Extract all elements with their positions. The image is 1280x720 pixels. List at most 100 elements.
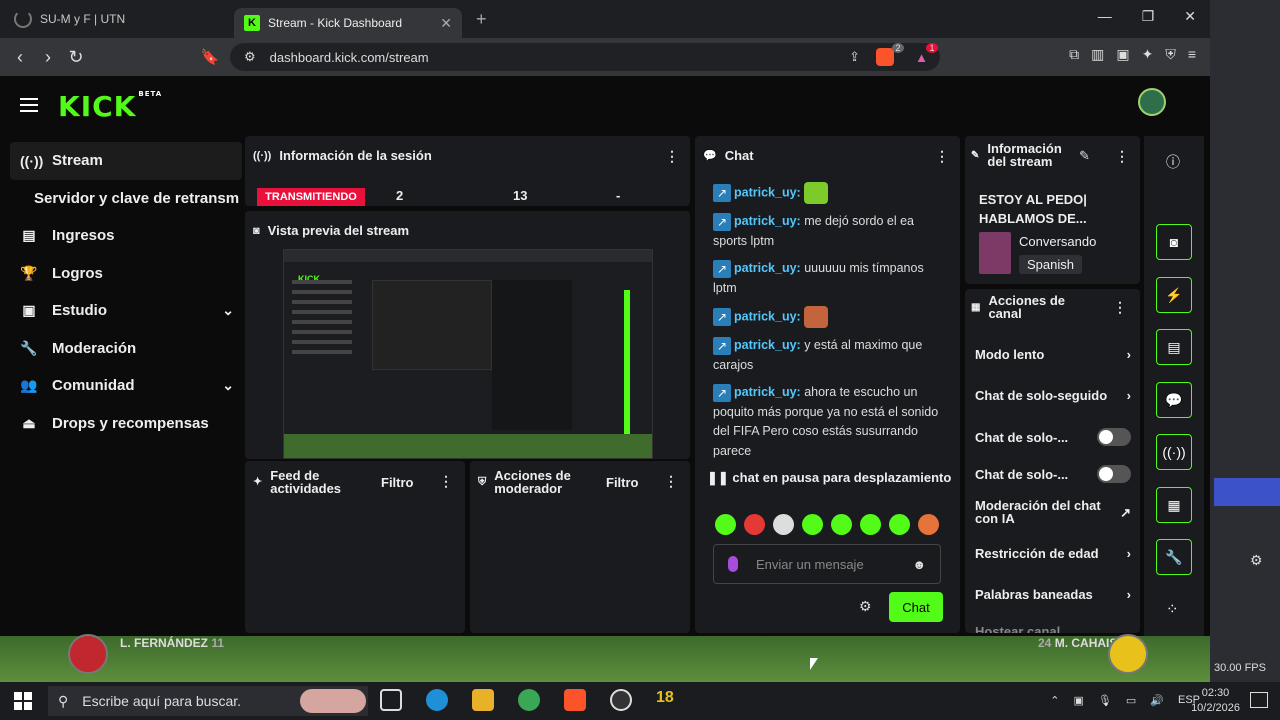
chat-send-button[interactable]: Chat: [889, 592, 943, 622]
obs-icon[interactable]: [610, 689, 632, 711]
chat-username[interactable]: patrick_uy: [734, 385, 797, 399]
leo-ai-icon[interactable]: ✦: [1142, 46, 1154, 63]
vpn-icon[interactable]: ⛨: [1165, 46, 1176, 63]
brave-icon[interactable]: [564, 689, 586, 711]
widget-notes-button[interactable]: ▤: [1156, 329, 1192, 365]
toggle-switch[interactable]: [1097, 428, 1131, 446]
modactions-filter-button[interactable]: Filtro: [606, 475, 639, 490]
emote-icon[interactable]: [802, 514, 823, 535]
emote-only-action[interactable]: Chat de solo-...: [975, 465, 1131, 483]
emote-icon[interactable]: [860, 514, 881, 535]
chrome-icon[interactable]: [518, 689, 540, 711]
display-icon[interactable]: ▭: [1126, 694, 1136, 707]
emoji-icon[interactable]: ☻: [912, 557, 926, 572]
sidebar-item-server-key[interactable]: Servidor y clave de retransm: [10, 180, 242, 218]
hamburger-menu-icon[interactable]: [20, 98, 38, 112]
info-icon[interactable]: ⓘ: [1166, 152, 1180, 172]
more-options-icon[interactable]: ⋮: [1115, 148, 1129, 165]
back-icon[interactable]: ‹: [6, 47, 34, 68]
age-restriction-action[interactable]: Restricción de edad ›: [975, 546, 1131, 561]
rewards-icon[interactable]: ▲: [915, 50, 928, 65]
tab-close-icon[interactable]: ✕: [440, 15, 452, 32]
taskbar-search[interactable]: ⚲ Escribe aquí para buscar.: [48, 686, 368, 716]
followers-only-action[interactable]: Chat de solo-seguido ›: [975, 388, 1131, 403]
chat-settings-icon[interactable]: ⚙: [859, 598, 872, 615]
edge-icon[interactable]: [426, 689, 448, 711]
gear-icon[interactable]: ⚙: [1250, 552, 1263, 569]
emote-icon[interactable]: [918, 514, 939, 535]
sidebar-item-logros[interactable]: 🏆 Logros: [10, 255, 242, 293]
obs-selected-item[interactable]: [1214, 478, 1280, 506]
speaker-icon[interactable]: 🔊: [1150, 694, 1164, 707]
more-options-icon[interactable]: ⋮: [1113, 299, 1127, 316]
url-bar[interactable]: ⚙ dashboard.kick.com/stream ⇪ 2 ▲ 1: [230, 43, 940, 71]
sidebar-item-stream[interactable]: ((·)) Stream: [10, 142, 242, 180]
host-channel-action[interactable]: Hostear canal: [975, 624, 1131, 633]
chat-username[interactable]: patrick_uy: [734, 185, 797, 199]
sidebar-item-ingresos[interactable]: ▤ Ingresos: [10, 217, 242, 255]
sidebar-item-moderacion[interactable]: 🔧 Moderación: [10, 330, 242, 368]
system-clock[interactable]: 02:30 10/2/2026: [1191, 686, 1240, 716]
sub-only-action[interactable]: Chat de solo-...: [975, 428, 1131, 446]
chevron-up-icon[interactable]: ⌃: [1050, 694, 1059, 707]
widgets-icon[interactable]: ⁘: [1166, 600, 1179, 618]
widget-chat-button[interactable]: 💬: [1156, 382, 1192, 418]
slow-mode-action[interactable]: Modo lento ›: [975, 347, 1131, 362]
chat-username[interactable]: patrick_uy: [734, 261, 797, 275]
widget-quick-actions-button[interactable]: ⚡: [1156, 277, 1192, 313]
more-options-icon[interactable]: ⋮: [439, 473, 453, 490]
sidebar-item-drops[interactable]: ⏏ Drops y recompensas: [10, 405, 242, 443]
toggle-switch[interactable]: [1097, 465, 1131, 483]
screenshot-icon[interactable]: ⧉: [1069, 46, 1079, 63]
task-view-icon[interactable]: [380, 689, 402, 711]
user-avatar[interactable]: [1138, 88, 1166, 116]
microphone-tray-icon[interactable]: 🎙: [1098, 694, 1112, 707]
tab-kick-dashboard[interactable]: K Stream - Kick Dashboard ✕: [234, 8, 462, 38]
chat-paused-notice[interactable]: ❚❚ chat en pausa para desplazamiento: [707, 470, 951, 486]
bookmark-icon[interactable]: 🔖: [196, 48, 224, 66]
sidebar-item-estudio[interactable]: ▣ Estudio ⌄: [10, 292, 242, 330]
file-explorer-icon[interactable]: [472, 689, 494, 711]
more-options-icon[interactable]: ⋮: [665, 148, 679, 165]
close-window-icon[interactable]: ✕: [1184, 8, 1196, 25]
restore-icon[interactable]: ❐: [1142, 8, 1155, 25]
emote-icon[interactable]: [831, 514, 852, 535]
tab-utn[interactable]: SU-M y F | UTN: [4, 4, 234, 34]
widget-stream-info-button[interactable]: ▦: [1156, 487, 1192, 523]
kick-logo[interactable]: KICK BETA: [58, 90, 162, 123]
widget-session-button[interactable]: ((·)): [1156, 434, 1192, 470]
microphone-icon[interactable]: [728, 556, 738, 572]
widget-preview-button[interactable]: ◙: [1156, 224, 1192, 260]
forward-icon[interactable]: ›: [34, 47, 62, 68]
feed-filter-button[interactable]: Filtro: [381, 475, 414, 490]
banned-words-action[interactable]: Palabras baneadas ›: [975, 587, 1131, 602]
emote-icon[interactable]: [773, 514, 794, 535]
notifications-icon[interactable]: [1250, 692, 1268, 708]
windows-start-icon[interactable]: [14, 692, 32, 710]
network-icon[interactable]: ▣: [1074, 694, 1084, 707]
ai-moderation-action[interactable]: Moderación del chat con IA ↗: [975, 499, 1131, 525]
edit-icon[interactable]: ✎: [1079, 148, 1090, 164]
emote-icon[interactable]: [715, 514, 736, 535]
more-options-icon[interactable]: ⋮: [664, 473, 678, 490]
menu-icon[interactable]: ≡: [1188, 46, 1196, 63]
chat-username[interactable]: patrick_uy: [734, 338, 797, 352]
sidebar-toggle-icon[interactable]: ▥: [1091, 46, 1104, 63]
reload-icon[interactable]: ↻: [62, 47, 90, 68]
brave-shields-icon[interactable]: [876, 48, 894, 66]
emote-icon[interactable]: [744, 514, 765, 535]
widget-moderation-button[interactable]: 🔧: [1156, 539, 1192, 575]
chat-username[interactable]: patrick_uy: [734, 309, 797, 323]
sidebar-item-comunidad[interactable]: 👥 Comunidad ⌄: [10, 367, 242, 405]
emote-icon[interactable]: [889, 514, 910, 535]
more-options-icon[interactable]: ⋮: [935, 148, 949, 165]
share-icon[interactable]: ⇪: [849, 49, 860, 65]
site-info-icon[interactable]: ⚙: [244, 49, 256, 65]
new-tab-icon[interactable]: +: [476, 9, 487, 30]
app-18-icon[interactable]: 18: [656, 689, 678, 711]
minimize-icon[interactable]: —: [1098, 8, 1112, 25]
stream-preview-video[interactable]: KICK: [283, 249, 653, 459]
chat-username[interactable]: patrick_uy: [734, 214, 797, 228]
chat-message-input[interactable]: Enviar un mensaje ☻: [713, 544, 941, 584]
wallet-icon[interactable]: ▣: [1116, 46, 1129, 63]
